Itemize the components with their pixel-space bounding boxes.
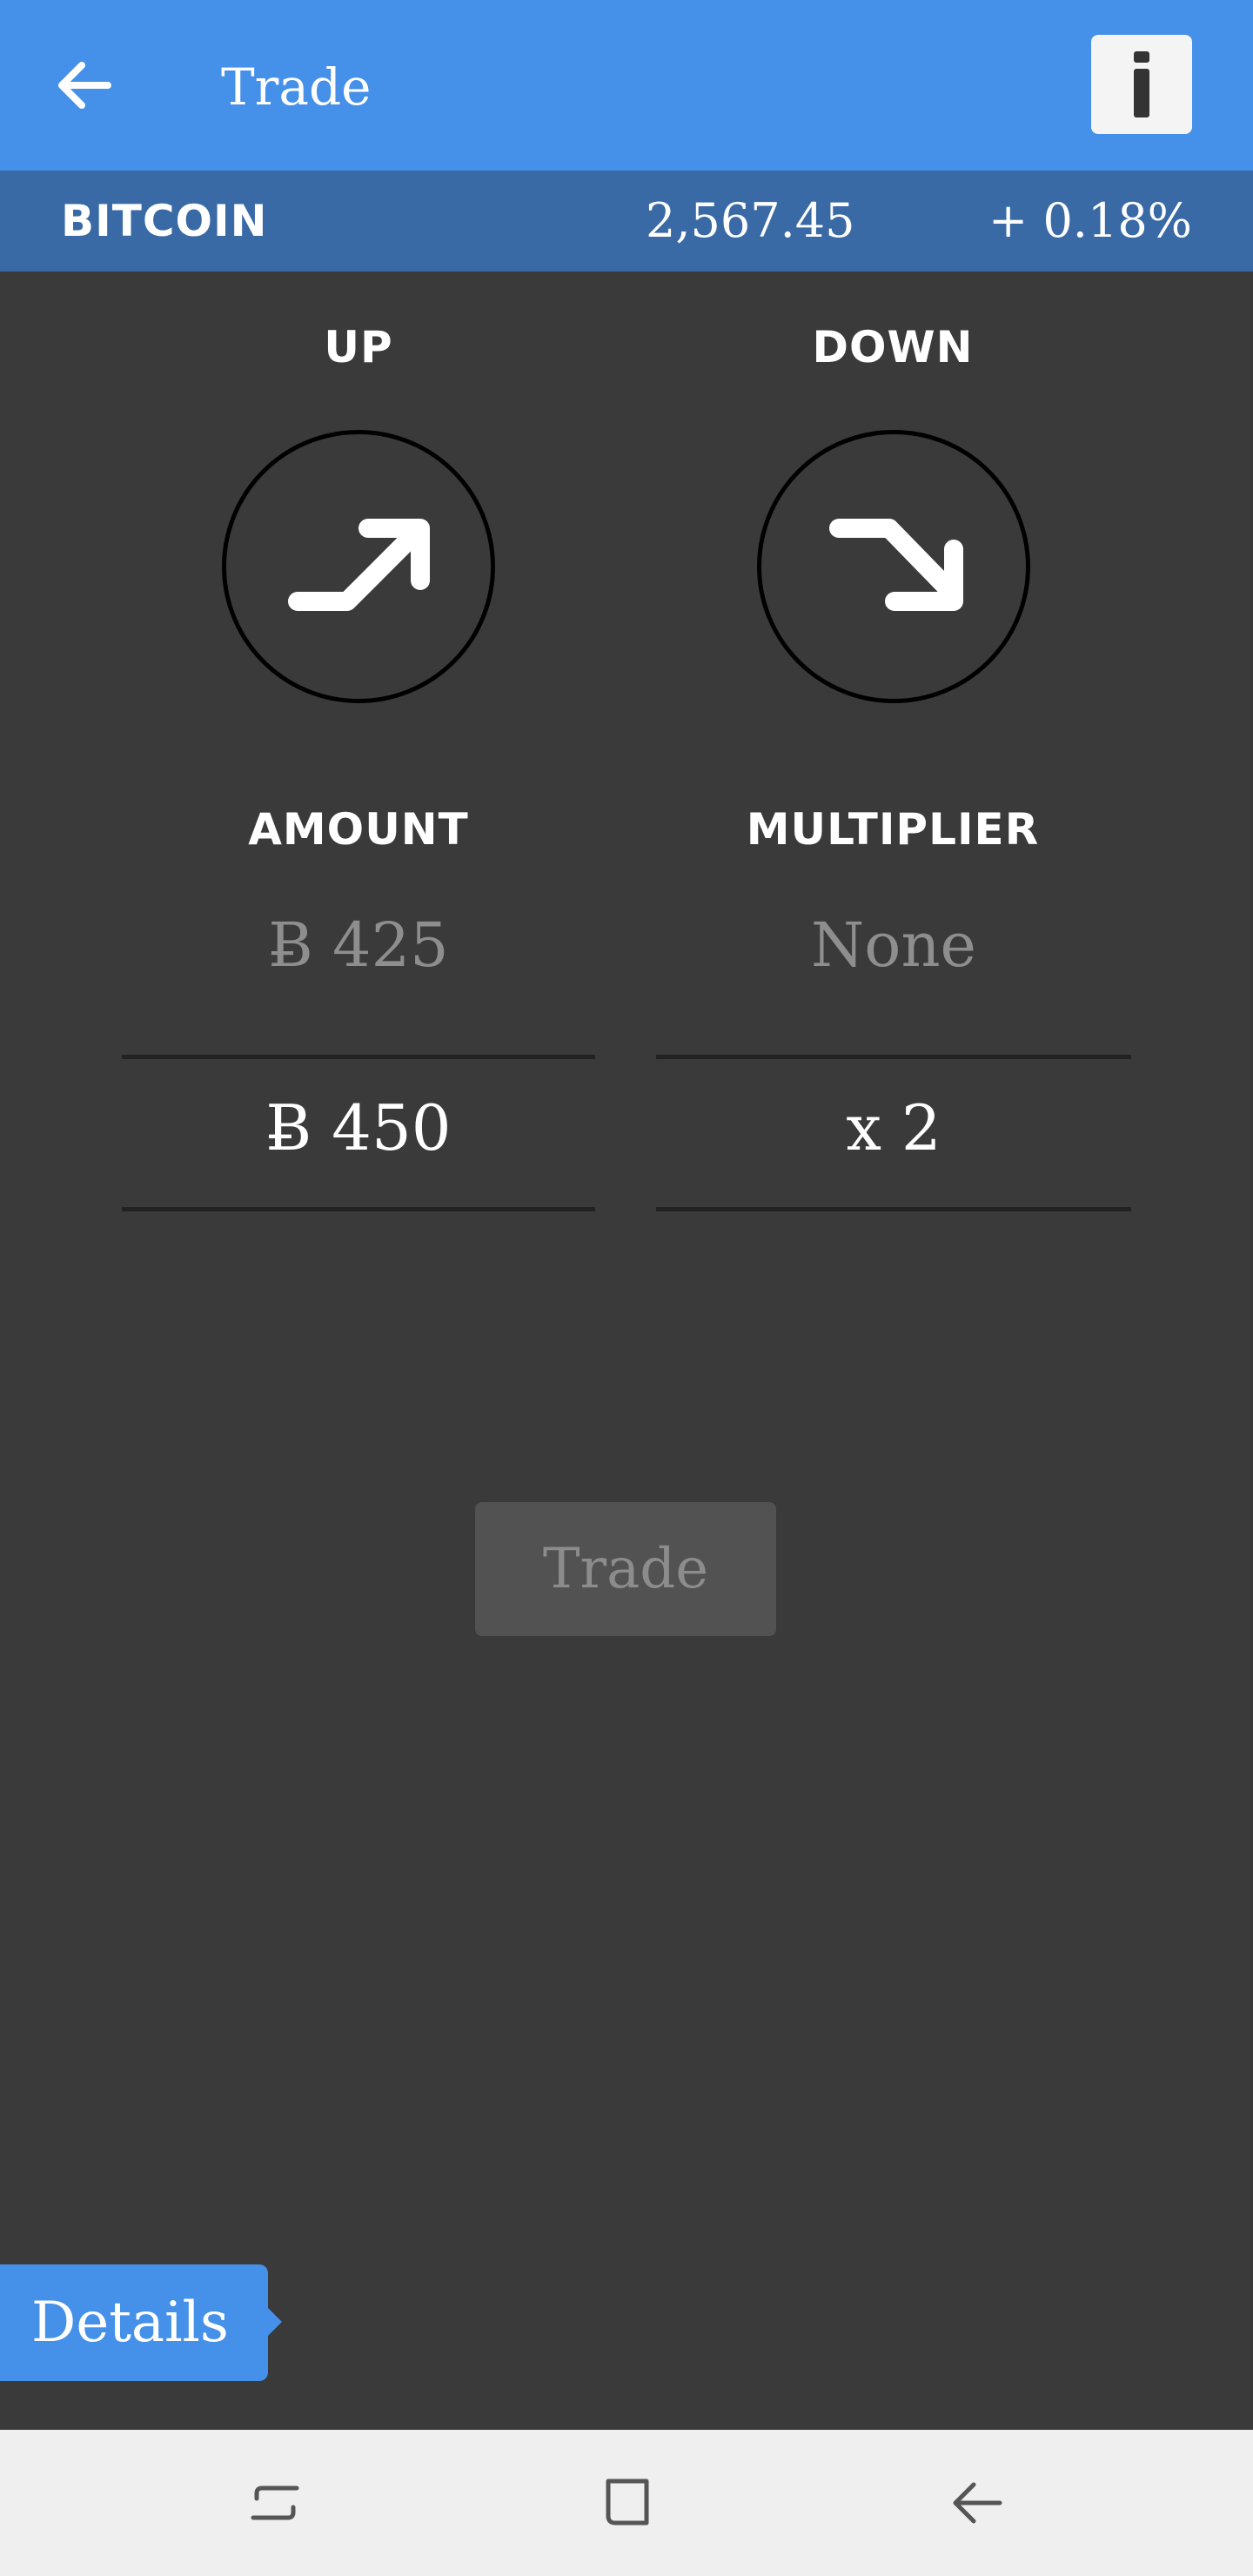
details-tab[interactable]: Details xyxy=(0,2264,282,2381)
home-button[interactable] xyxy=(583,2459,670,2546)
recent-apps-icon xyxy=(251,2485,299,2520)
amount-input[interactable]: Ƀ 450 xyxy=(122,1091,595,1164)
info-icon xyxy=(1134,51,1149,117)
multiplier-select-underline xyxy=(656,1055,1131,1059)
trend-up-icon xyxy=(288,519,430,611)
trade-button[interactable]: Trade xyxy=(475,1502,776,1636)
down-label: DOWN xyxy=(812,322,974,372)
multiplier-input-underline xyxy=(656,1207,1131,1211)
recent-apps-button[interactable] xyxy=(231,2459,318,2546)
down-button[interactable] xyxy=(757,430,1030,703)
system-back-button[interactable] xyxy=(933,2459,1020,2546)
back-button[interactable] xyxy=(45,50,124,120)
arrow-left-icon xyxy=(58,62,111,109)
amount-select[interactable]: Ƀ 425 xyxy=(122,909,595,981)
page-title: Trade xyxy=(221,57,372,117)
multiplier-label: MULTIPLIER xyxy=(746,804,1040,855)
info-button[interactable] xyxy=(1091,35,1192,134)
multiplier-input[interactable]: x 2 xyxy=(656,1091,1131,1164)
up-label: UP xyxy=(324,322,393,372)
app-bar: Trade xyxy=(0,0,1253,171)
ticker-bar: BITCOIN 2,567.45 + 0.18% xyxy=(0,171,1253,272)
trend-down-icon xyxy=(829,519,963,611)
multiplier-select[interactable]: None xyxy=(656,909,1131,981)
system-nav-bar xyxy=(0,2430,1253,2576)
amount-input-underline xyxy=(122,1207,595,1211)
home-icon xyxy=(606,2479,649,2526)
asset-price: 2,567.45 xyxy=(646,193,855,248)
amount-label: AMOUNT xyxy=(248,804,469,855)
up-button[interactable] xyxy=(222,430,495,703)
amount-select-underline xyxy=(122,1055,595,1059)
back-arrow-icon xyxy=(953,2482,1002,2524)
asset-name: BITCOIN xyxy=(61,196,268,246)
asset-change: + 0.18% xyxy=(988,193,1192,248)
